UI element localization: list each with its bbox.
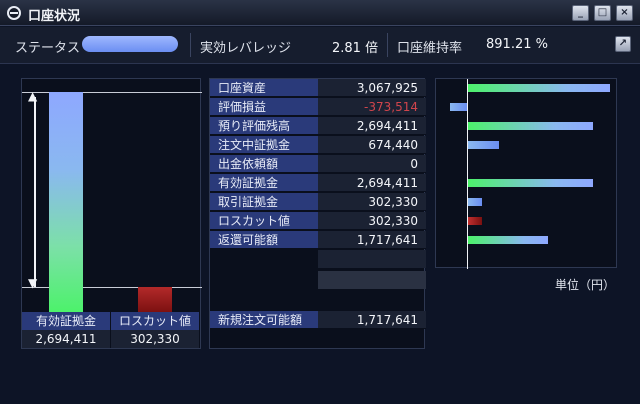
balance-bar-chart: [435, 78, 617, 269]
row-label: 評価損益: [210, 98, 318, 116]
effective-margin-value: 2,694,411: [22, 330, 111, 348]
row-value: 302,330: [318, 193, 426, 211]
maximize-button[interactable]: □: [594, 5, 611, 21]
arrow-up-icon: ▲: [28, 89, 38, 103]
minimize-button[interactable]: _: [572, 5, 589, 21]
balance-bar: [468, 236, 548, 244]
legend-effective-margin: 有効証拠金: [22, 312, 111, 330]
balance-bar: [468, 198, 482, 206]
chart-values: 2,694,411 302,330: [22, 330, 200, 348]
chart-legend: 有効証拠金 ロスカット値: [22, 312, 200, 330]
window-title: 口座状況: [28, 9, 81, 24]
balance-bar: [449, 103, 467, 111]
row-value: 2,694,411: [318, 117, 426, 135]
divider: [387, 33, 388, 57]
close-button[interactable]: ×: [616, 5, 633, 21]
blank-cell: [318, 250, 426, 268]
row-label: 出金依頼額: [210, 155, 318, 173]
blank-cell: [318, 271, 426, 289]
row-value: 1,717,641: [318, 231, 426, 249]
table-row: 出金依頼額 0: [210, 155, 426, 173]
row-value: -373,514: [318, 98, 426, 116]
legend-losscut: ロスカット値: [111, 312, 200, 330]
row-value: 0: [318, 155, 426, 173]
row-label: 有効証拠金: [210, 174, 318, 192]
account-table: 口座資産 3,067,925 評価損益 -373,514 預り評価残高 2,694,4…: [209, 78, 426, 349]
divider: [190, 33, 191, 57]
row-label: ロスカット値: [210, 212, 318, 230]
balance-bar: [468, 179, 593, 187]
table-row: 有効証拠金 2,694,411: [210, 174, 426, 192]
unit-label: 単位（円）: [555, 278, 616, 292]
balance-bar: [468, 122, 593, 130]
table-row: 評価損益 -373,514: [210, 98, 426, 116]
maintenance-value: 891.21 %: [486, 37, 548, 52]
title-bar: 口座状況 _ □ ×: [0, 0, 640, 26]
table-row: 返還可能額 1,717,641: [210, 231, 426, 249]
table-row: 預り評価残高 2,694,411: [210, 117, 426, 135]
row-label: 預り評価残高: [210, 117, 318, 135]
balance-bar: [468, 84, 610, 92]
balance-bar: [468, 141, 500, 149]
arrow-down-icon: ▼: [28, 276, 38, 290]
margin-chart: ▲ ▼ 有効証拠金 ロスカット値 2,694,411 302,330: [21, 78, 202, 349]
table-row: 注文中証拠金 674,440: [210, 136, 426, 154]
losscut-bar: [138, 287, 172, 313]
status-row: ステータス 実効レバレッジ 2.81 倍 口座維持率 891.21 % ↗: [0, 27, 640, 64]
row-label: 口座資産: [210, 79, 318, 97]
table-row: ロスカット値 302,330: [210, 212, 426, 230]
status-indicator: [82, 36, 178, 52]
table-row: 取引証拠金 302,330: [210, 193, 426, 211]
range-arrow: [34, 97, 36, 287]
row-label: 返還可能額: [210, 231, 318, 249]
row-label: 取引証拠金: [210, 193, 318, 211]
maintenance-label: 口座維持率: [397, 41, 463, 56]
leverage-value: 2.81 倍: [332, 41, 379, 56]
new-order-row: 新規注文可能額 1,717,641: [210, 311, 426, 329]
app-logo-icon: [7, 6, 21, 20]
popout-icon[interactable]: ↗: [615, 36, 631, 52]
table-row: 口座資産 3,067,925: [210, 79, 426, 97]
balance-bar: [468, 217, 482, 225]
row-value: 1,717,641: [318, 311, 426, 329]
row-label: 新規注文可能額: [210, 311, 318, 329]
row-value: 674,440: [318, 136, 426, 154]
row-value: 3,067,925: [318, 79, 426, 97]
leverage-label: 実効レバレッジ: [200, 41, 292, 56]
losscut-value: 302,330: [111, 330, 200, 348]
row-label: 注文中証拠金: [210, 136, 318, 154]
row-value: 302,330: [318, 212, 426, 230]
effective-margin-bar: [49, 92, 83, 313]
row-value: 2,694,411: [318, 174, 426, 192]
status-label: ステータス: [15, 41, 81, 56]
